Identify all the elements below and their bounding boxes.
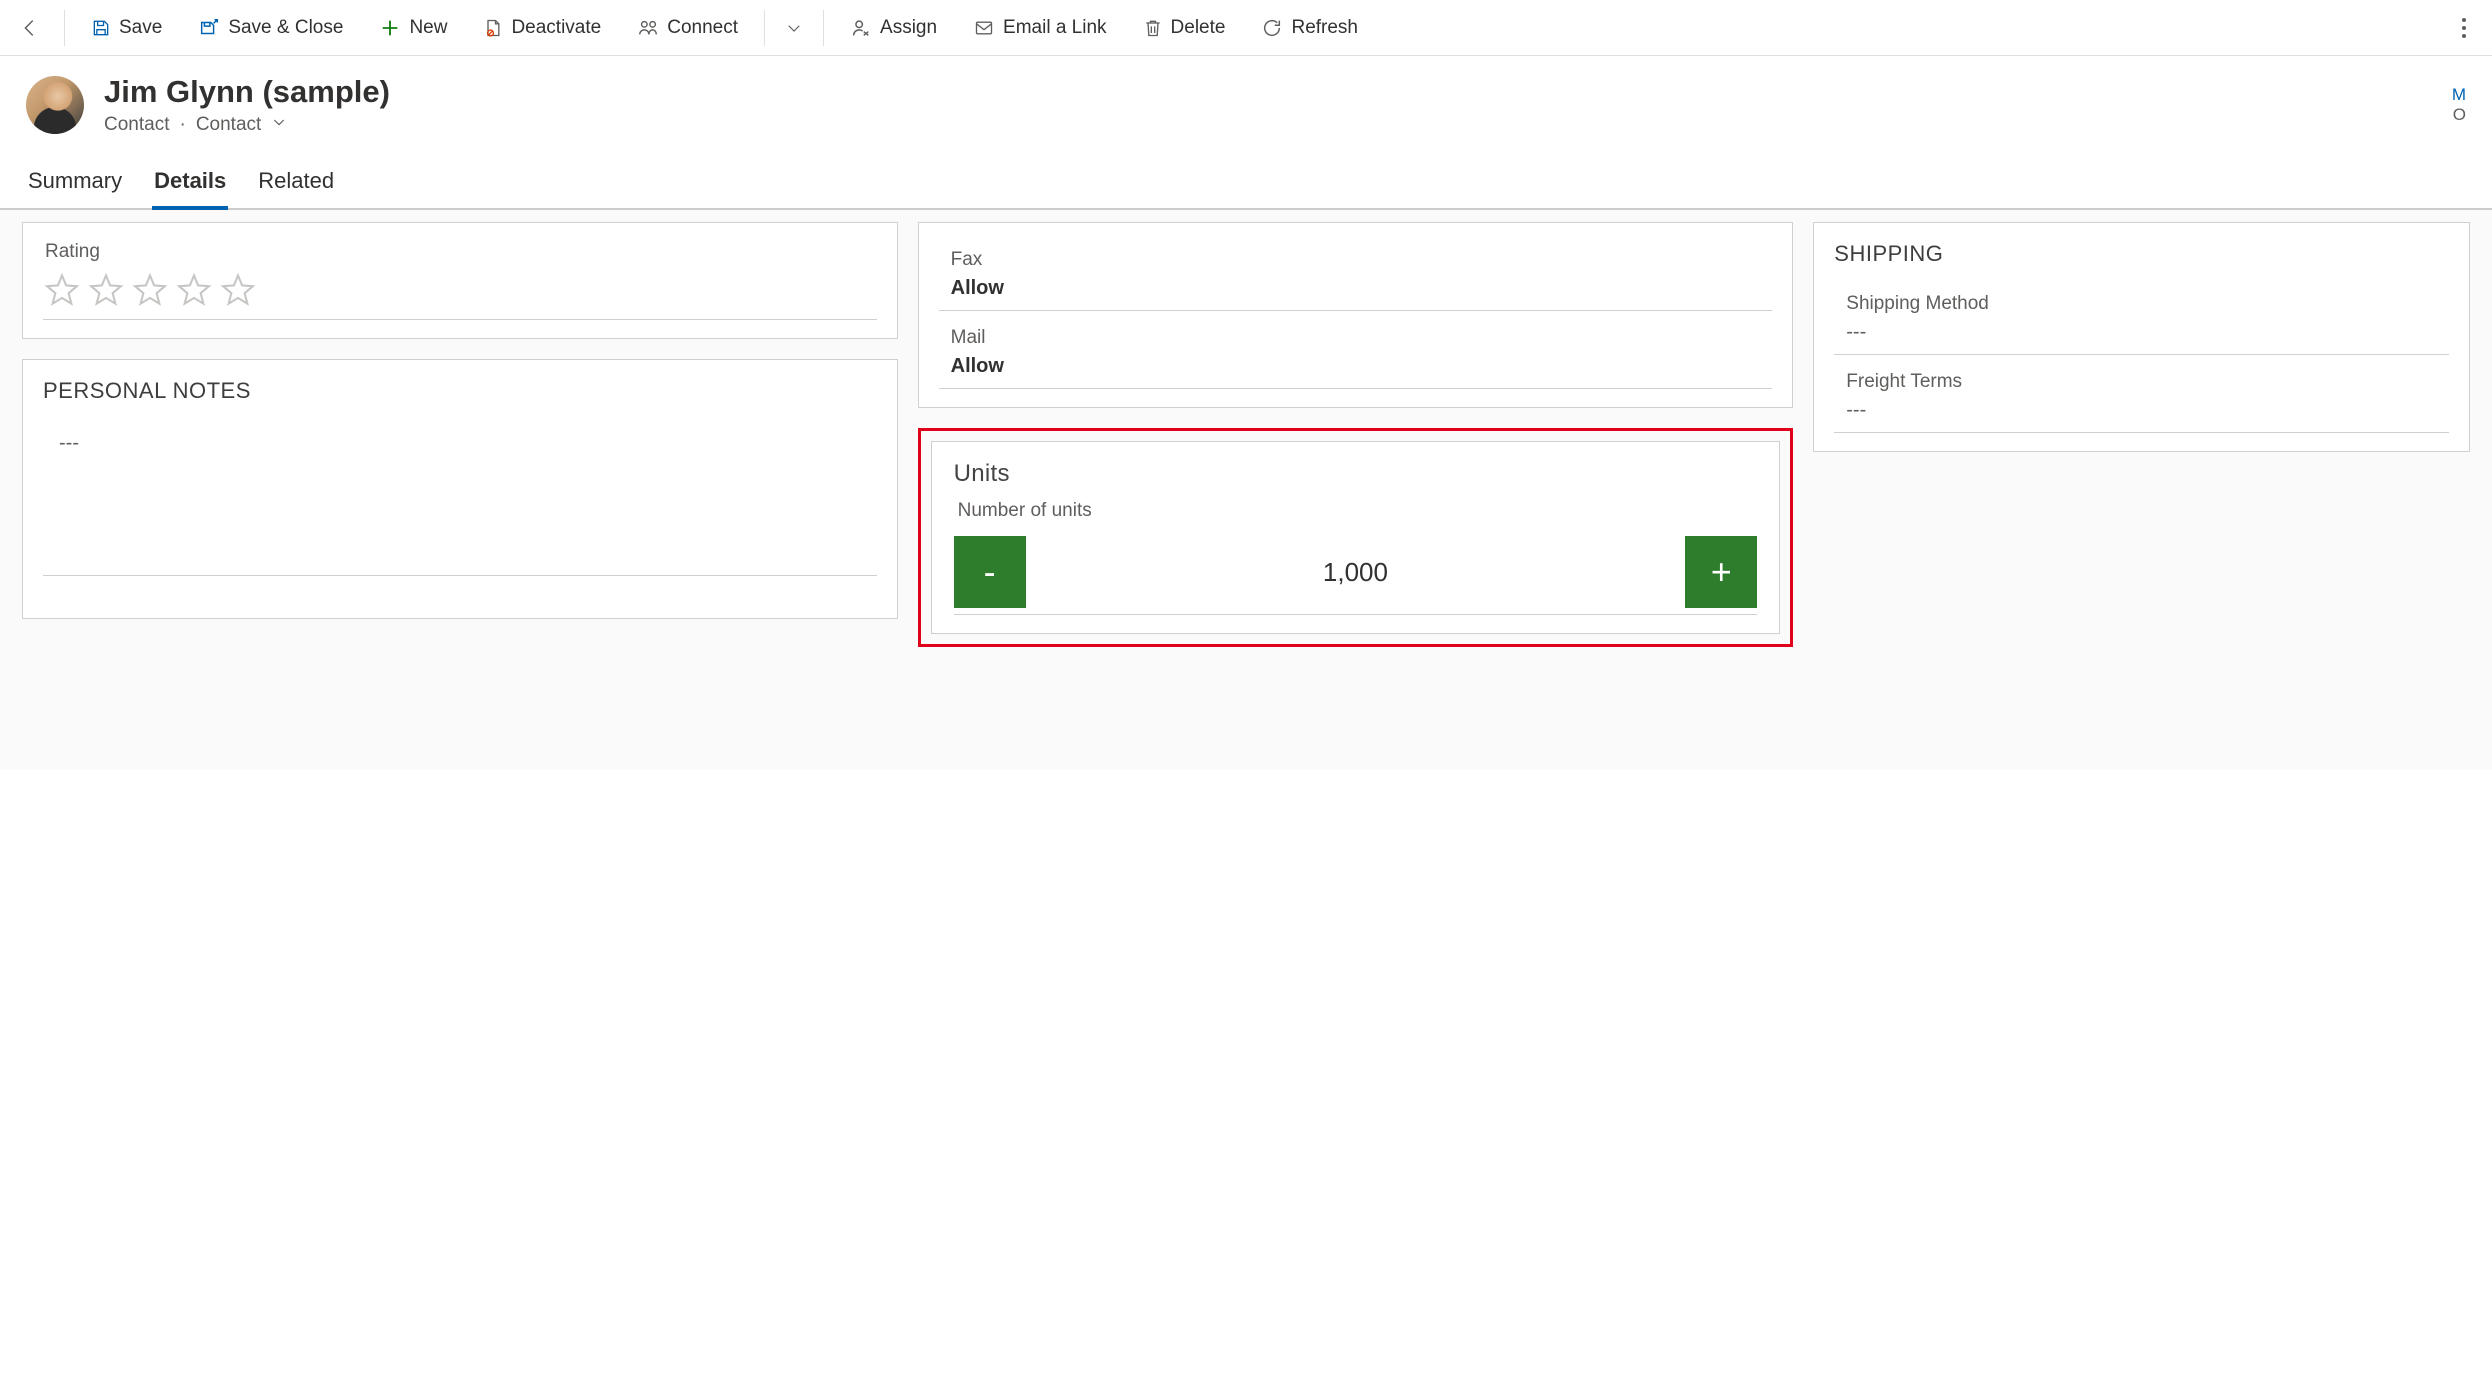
refresh-label: Refresh [1291,17,1358,39]
units-decrement[interactable]: - [954,536,1026,608]
save-button[interactable]: Save [77,0,176,55]
record-header-right: M O [2452,85,2466,125]
form-tabs: Summary Details Related [0,140,2492,210]
assign-label: Assign [880,17,937,39]
deactivate-label: Deactivate [511,17,601,39]
rating-card: Rating [22,222,898,339]
star-icon [175,271,213,309]
chevron-down-icon [785,19,803,37]
left-column: Rating PERSONAL NOTES --- [22,222,898,758]
trash-icon [1143,17,1163,39]
record-header: Jim Glynn (sample) Contact · Contact M O [0,56,2492,140]
form-canvas: Rating PERSONAL NOTES --- Fax Allow [0,210,2492,770]
star-icon [87,271,125,309]
shipping-method-label: Shipping Method [1846,293,2437,315]
deactivate-icon [483,18,503,38]
freight-terms-value: --- [1846,399,2437,422]
star-icon [43,271,81,309]
units-label: Number of units [954,500,1758,530]
connect-button[interactable]: Connect [623,0,752,55]
shipping-method-field[interactable]: Shipping Method --- [1834,285,2449,355]
email-link-button[interactable]: Email a Link [959,0,1121,55]
separator-dot: · [179,114,185,136]
units-card: Units Number of units - 1,000 + [931,441,1781,634]
save-close-label: Save & Close [228,17,343,39]
back-button[interactable] [8,17,52,39]
rating-stars[interactable] [43,265,877,319]
save-icon [91,18,111,38]
header-right-bottom: O [2452,105,2466,125]
record-subtitle: Contact · Contact [104,114,390,136]
units-highlight: Units Number of units - 1,000 + [918,428,1794,647]
form-chevron[interactable] [271,114,287,136]
shipping-title: SHIPPING [1834,241,2449,267]
middle-column: Fax Allow Mail Allow Units Number of uni… [918,222,1794,758]
new-button[interactable]: New [365,0,461,55]
back-arrow-icon [19,17,41,39]
header-right-top: M [2452,85,2466,105]
avatar [26,76,84,134]
plus-icon [379,17,401,39]
new-label: New [409,17,447,39]
rating-label: Rating [45,241,877,263]
shipping-card: SHIPPING Shipping Method --- Freight Ter… [1813,222,2470,452]
mail-value: Allow [951,355,1761,378]
email-icon [973,18,995,38]
command-bar: Save Save & Close New Deactivate Connect… [0,0,2492,56]
fax-field[interactable]: Fax Allow [939,241,1773,311]
connect-label: Connect [667,17,738,39]
right-column: SHIPPING Shipping Method --- Freight Ter… [1813,222,2470,758]
divider [823,10,824,46]
assign-button[interactable]: Assign [836,0,951,55]
tab-summary[interactable]: Summary [26,162,124,210]
connect-icon [637,17,659,39]
delete-button[interactable]: Delete [1129,0,1240,55]
form-name: Contact [196,114,261,136]
freight-terms-field[interactable]: Freight Terms --- [1834,363,2449,433]
star-icon [131,271,169,309]
contact-prefs-card: Fax Allow Mail Allow [918,222,1794,408]
mail-field[interactable]: Mail Allow [939,319,1773,389]
connect-chevron[interactable] [777,0,811,55]
star-icon [219,271,257,309]
refresh-button[interactable]: Refresh [1247,0,1372,55]
more-commands[interactable] [2444,17,2484,39]
record-title: Jim Glynn (sample) [104,74,390,110]
vertical-dots-icon [2461,17,2467,39]
deactivate-button[interactable]: Deactivate [469,0,615,55]
units-title: Units [954,460,1758,488]
chevron-down-icon [271,114,287,130]
save-close-icon [198,17,220,39]
notes-title: PERSONAL NOTES [43,378,877,404]
assign-icon [850,17,872,39]
divider [764,10,765,46]
divider [64,10,65,46]
delete-label: Delete [1171,17,1226,39]
refresh-icon [1261,17,1283,39]
units-increment[interactable]: + [1685,536,1757,608]
freight-terms-label: Freight Terms [1846,371,2437,393]
mail-label: Mail [951,327,1761,349]
units-stepper: - 1,000 + [954,536,1758,615]
personal-notes-card: PERSONAL NOTES --- [22,359,898,619]
email-link-label: Email a Link [1003,17,1107,39]
fax-value: Allow [951,277,1761,300]
shipping-method-value: --- [1846,321,2437,344]
units-value[interactable]: 1,000 [1323,557,1388,588]
save-close-button[interactable]: Save & Close [184,0,357,55]
notes-value[interactable]: --- [43,422,877,465]
entity-label: Contact [104,114,169,136]
tab-related[interactable]: Related [256,162,336,210]
save-label: Save [119,17,162,39]
tab-details[interactable]: Details [152,162,228,210]
fax-label: Fax [951,249,1761,271]
